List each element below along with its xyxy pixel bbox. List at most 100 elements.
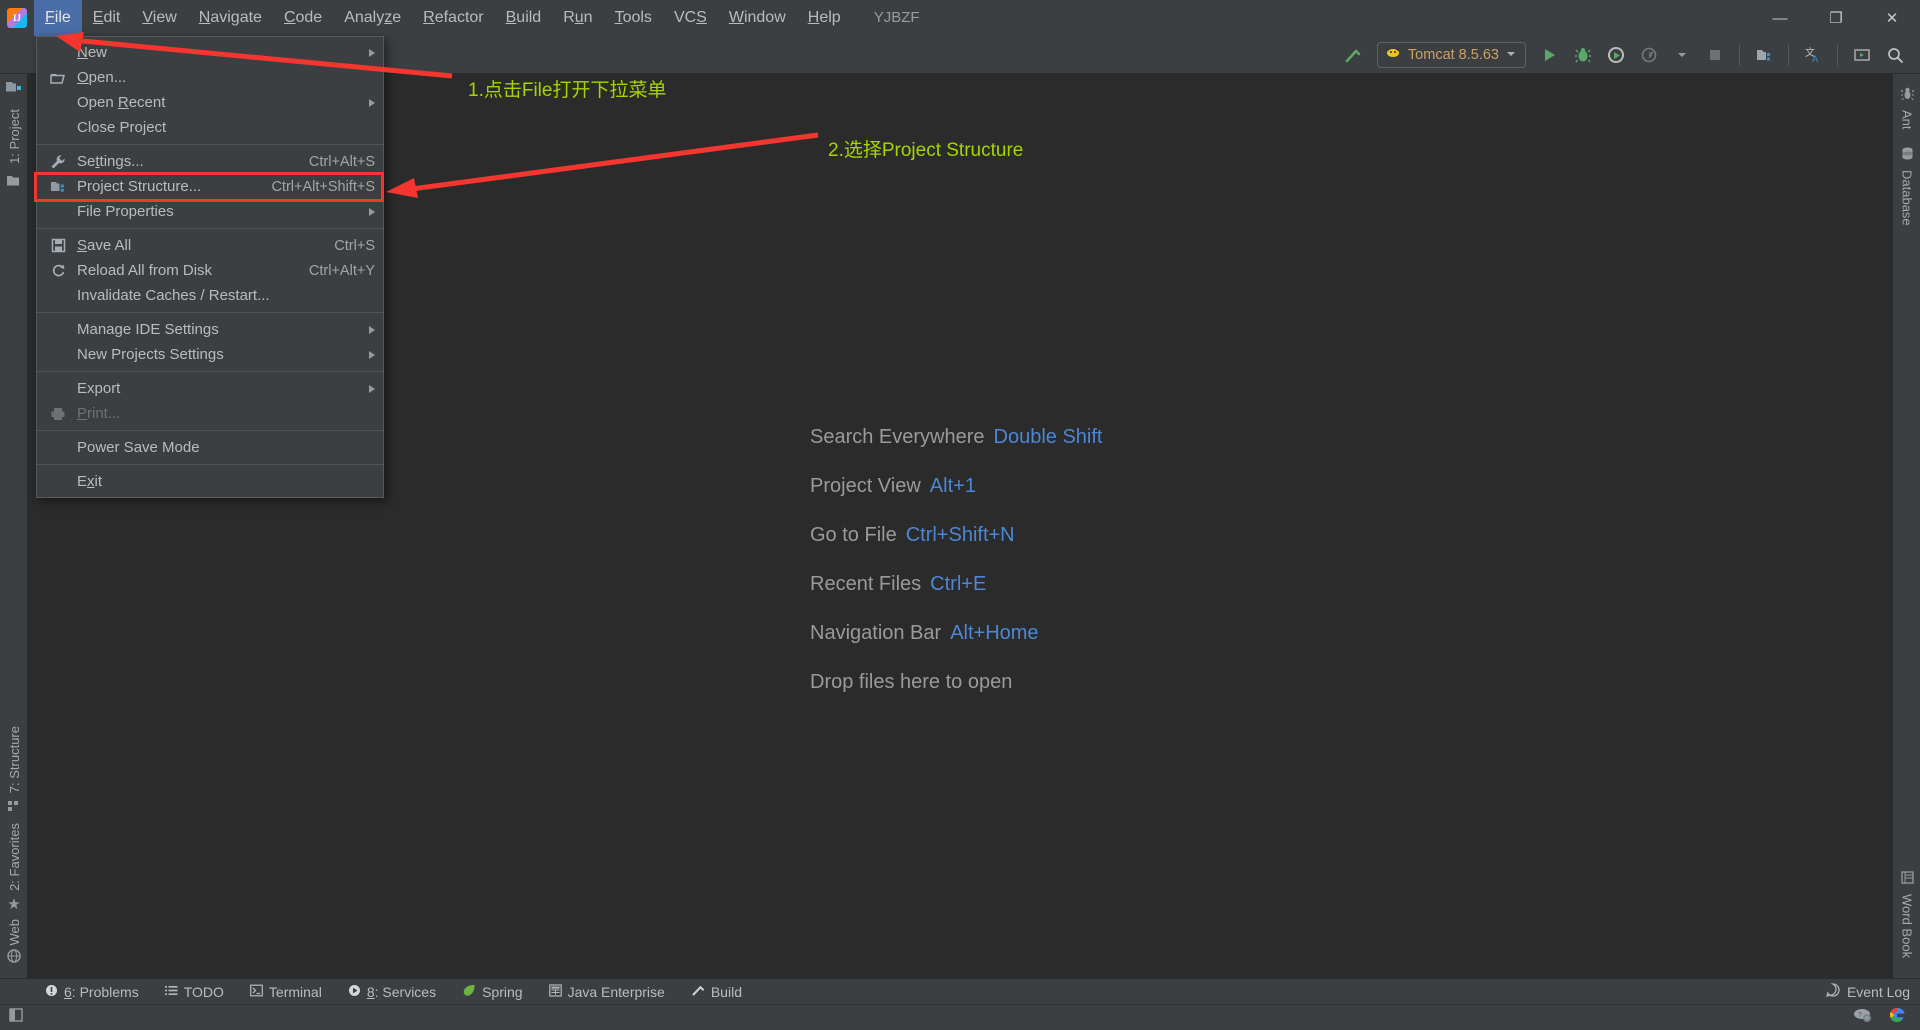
menu-item-file-properties[interactable]: File Properties xyxy=(37,199,383,224)
intellij-logo-icon xyxy=(0,0,34,36)
menu-item-invalidate-caches-restart[interactable]: Invalidate Caches / Restart... xyxy=(37,283,383,308)
event-log-icon xyxy=(1826,983,1840,1000)
printer-icon xyxy=(47,405,69,423)
star-icon: ★ xyxy=(7,895,21,913)
profile-dropdown-icon[interactable] xyxy=(1667,41,1697,69)
terminal-icon xyxy=(250,984,263,1000)
hint-label: Search Everywhere xyxy=(810,426,985,448)
sidebar-item-project-label[interactable]: 1: Project xyxy=(7,109,22,164)
svg-text:A: A xyxy=(1812,54,1818,64)
menu-view[interactable]: View xyxy=(131,0,187,36)
menu-help[interactable]: Help xyxy=(797,0,852,36)
no-icon xyxy=(47,119,69,137)
statusbar-item-todo[interactable]: TODO xyxy=(152,979,237,1005)
run-button[interactable] xyxy=(1535,41,1565,69)
window-icon[interactable] xyxy=(8,1007,24,1028)
menu-item-open-recent[interactable]: Open Recent xyxy=(37,90,383,115)
chevron-down-icon[interactable] xyxy=(1506,46,1516,64)
menu-item-exit[interactable]: Exit xyxy=(37,469,383,494)
menu-file[interactable]: File xyxy=(34,0,82,36)
menu-item-export[interactable]: Export xyxy=(37,376,383,401)
close-button[interactable]: ✕ xyxy=(1864,0,1920,36)
menu-tools[interactable]: Tools xyxy=(604,0,663,36)
stop-button[interactable] xyxy=(1700,41,1730,69)
menu-build[interactable]: Build xyxy=(495,0,553,36)
ant-icon xyxy=(1900,86,1915,106)
menu-item-project-structure[interactable]: Project Structure... Ctrl+Alt+Shift+S xyxy=(37,174,383,199)
no-icon xyxy=(47,203,69,221)
menu-code[interactable]: Code xyxy=(273,0,333,36)
hint-label: Project View xyxy=(810,475,921,497)
spring-leaf-icon xyxy=(462,984,476,1000)
file-menu-dropdown: New Open... Open Recent Close Project Settin… xyxy=(36,36,384,498)
run-configuration-selector[interactable]: Tomcat 8.5.63 xyxy=(1376,41,1526,68)
sidebar-item-favorites-label[interactable]: 2: Favorites xyxy=(7,823,22,891)
menu-item-label: Open Recent xyxy=(77,94,166,111)
database-icon xyxy=(1900,134,1915,166)
maximize-button[interactable]: ❐ xyxy=(1808,0,1864,36)
menu-item-open[interactable]: Open... xyxy=(37,65,383,90)
statusbar-item-label: 6: Problems xyxy=(64,983,139,1000)
menu-item-power-save-mode[interactable]: Power Save Mode xyxy=(37,435,383,460)
menu-item-new-projects-settings[interactable]: New Projects Settings xyxy=(37,342,383,367)
left-tool-strip: 1: Project 7: Structure 2: Favorites ★ W… xyxy=(0,74,28,978)
structure-icon xyxy=(7,794,22,817)
sidebar-item-web-label[interactable]: Web xyxy=(7,919,22,946)
statusbar-item-8-services[interactable]: 8: Services xyxy=(335,979,449,1005)
editor-hint-go-to-file: Go to File Ctrl+Shift+N xyxy=(810,524,1103,547)
sidebar-item-wordbook-label[interactable]: Word Book xyxy=(1900,894,1915,958)
menu-vcs[interactable]: VCS xyxy=(663,0,718,36)
debug-button[interactable] xyxy=(1568,41,1598,69)
sidebar-item-ant-label[interactable]: Ant xyxy=(1900,110,1915,130)
no-icon xyxy=(47,321,69,339)
screen-icon[interactable] xyxy=(1847,41,1877,69)
submenu-arrow-icon xyxy=(369,384,375,393)
sidebar-item-structure-label[interactable]: 7: Structure xyxy=(7,726,22,793)
statusbar-item-6-problems[interactable]: 6: Problems xyxy=(32,979,152,1005)
menu-window[interactable]: Window xyxy=(718,0,797,36)
menu-edit[interactable]: Edit xyxy=(82,0,132,36)
menu-navigate[interactable]: Navigate xyxy=(188,0,273,36)
menu-separator xyxy=(37,144,383,145)
translate-icon[interactable]: 文A xyxy=(1798,41,1828,69)
statusbar-item-build[interactable]: Build xyxy=(678,979,755,1005)
statusbar-item-spring[interactable]: Spring xyxy=(449,979,535,1005)
menu-item-reload-all-from-disk[interactable]: Reload All from Disk Ctrl+Alt+Y xyxy=(37,258,383,283)
toolbar-divider xyxy=(1739,43,1740,66)
statusbar-item-label: Spring xyxy=(482,983,523,1000)
sidebar-item-project[interactable] xyxy=(0,74,28,105)
menu-item-save-all[interactable]: Save All Ctrl+S xyxy=(37,233,383,258)
profile-button[interactable] xyxy=(1634,41,1664,69)
google-icon[interactable] xyxy=(1888,1006,1906,1029)
project-structure-button[interactable] xyxy=(1749,41,1779,69)
menu-item-new[interactable]: New xyxy=(37,40,383,65)
search-icon[interactable] xyxy=(1880,41,1910,69)
annotation-step-2: 2.选择Project Structure xyxy=(828,140,1024,161)
editor-hints-list: Search Everywhere Double Shift Project Vie… xyxy=(810,426,1103,694)
hint-label: Recent Files xyxy=(810,573,922,595)
statusbar-item-terminal[interactable]: Terminal xyxy=(237,979,335,1005)
project-structure-icon xyxy=(47,178,69,196)
event-log-button[interactable]: Event Log xyxy=(1826,983,1910,1000)
menu-item-settings[interactable]: Settings... Ctrl+Alt+S xyxy=(37,149,383,174)
editor-hint-project-view: Project View Alt+1 xyxy=(810,475,1103,498)
submenu-arrow-icon xyxy=(369,325,375,334)
menu-refactor[interactable]: Refactor xyxy=(412,0,494,36)
no-icon xyxy=(47,473,69,491)
run-with-coverage-button[interactable] xyxy=(1601,41,1631,69)
sidebar-item-folder[interactable] xyxy=(0,164,28,198)
menu-item-print: Print... xyxy=(37,401,383,426)
save-icon xyxy=(47,237,69,255)
menu-run[interactable]: Run xyxy=(552,0,603,36)
event-log-label: Event Log xyxy=(1846,983,1910,1000)
minimize-button[interactable]: — xyxy=(1752,0,1808,36)
menu-item-label: Manage IDE Settings xyxy=(77,321,219,338)
sidebar-item-database-label[interactable]: Database xyxy=(1900,170,1915,226)
menu-analyze[interactable]: Analyze xyxy=(333,0,412,36)
cloud-settings-icon[interactable]: ? xyxy=(1852,1006,1874,1029)
hammer-icon[interactable] xyxy=(1338,41,1368,69)
menu-item-manage-ide-settings[interactable]: Manage IDE Settings xyxy=(37,317,383,342)
statusbar-item-java-enterprise[interactable]: Java Enterprise xyxy=(536,979,678,1005)
no-icon xyxy=(47,94,69,112)
menu-item-close-project[interactable]: Close Project xyxy=(37,115,383,140)
